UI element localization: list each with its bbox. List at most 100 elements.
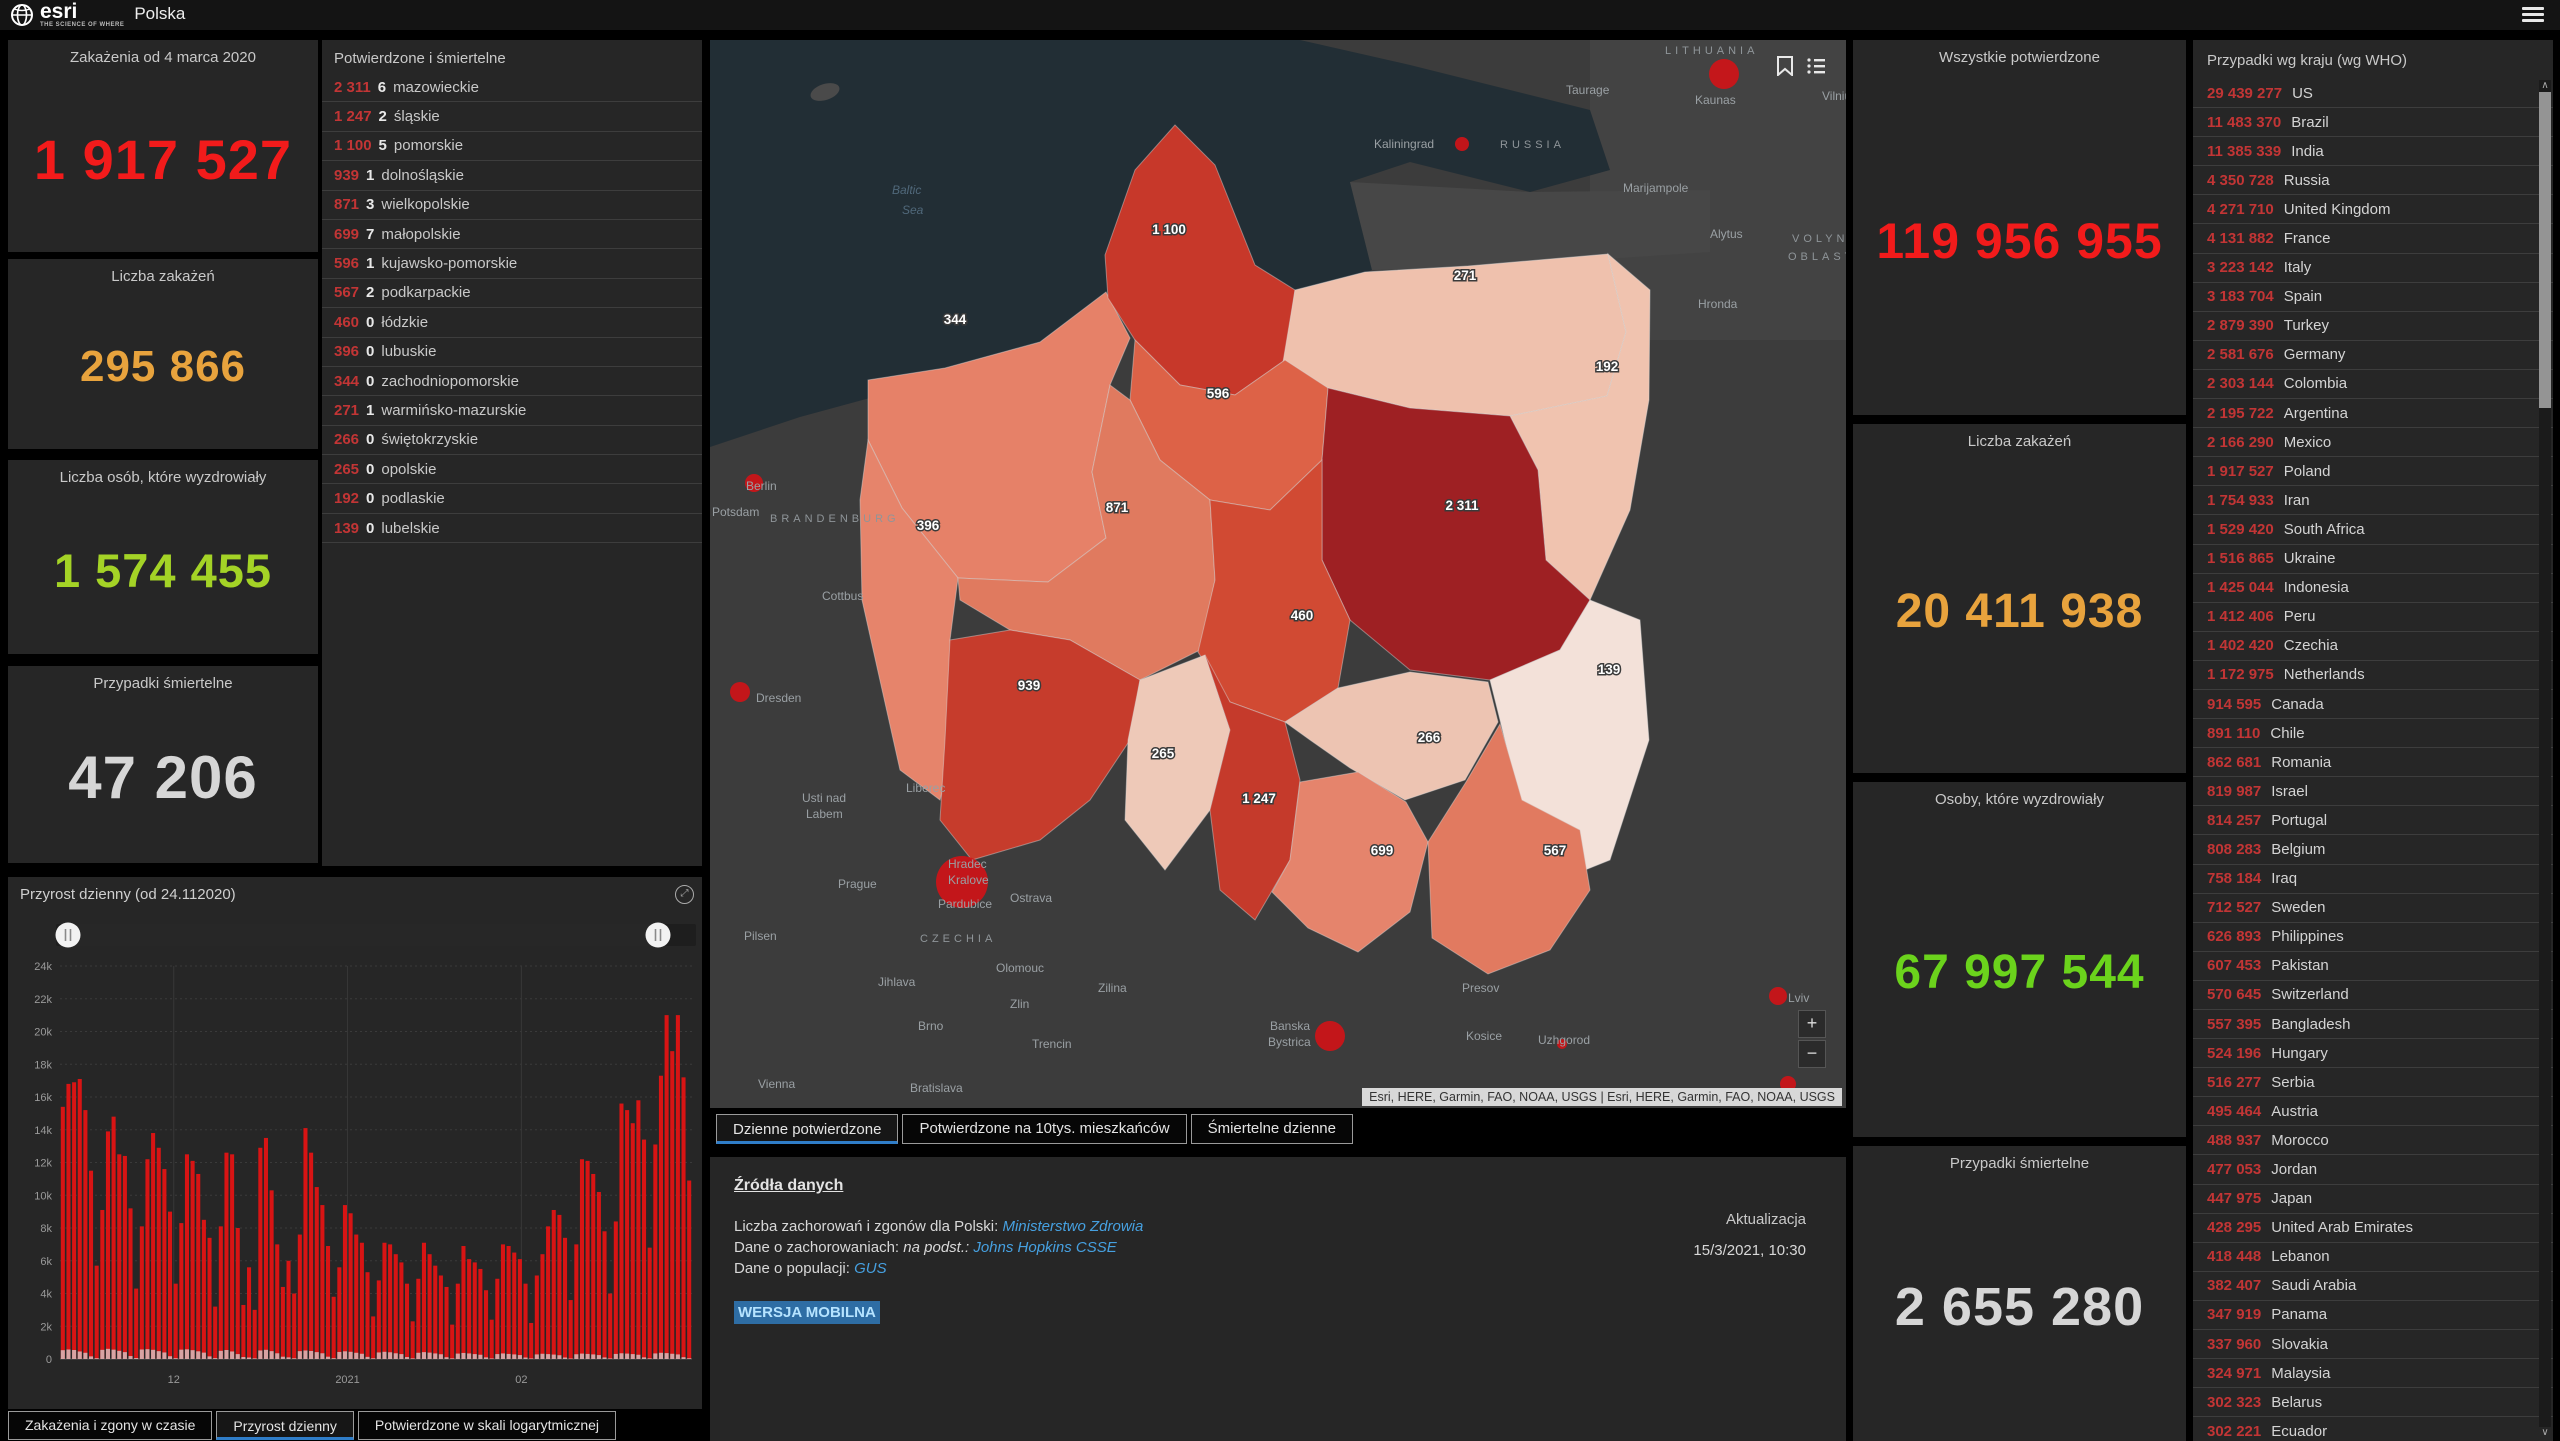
country-row[interactable]: 1 917 527 Poland xyxy=(2193,457,2553,487)
scroll-down-icon[interactable]: ∨ xyxy=(2539,1427,2551,1439)
tab-daily-confirmed[interactable]: Dzienne potwierdzone xyxy=(716,1114,899,1144)
country-row[interactable]: 1 172 975 Netherlands xyxy=(2193,661,2553,690)
map-panel[interactable]: LITHUANIA Taurage Kaunas Vilnius Kaliningrad… xyxy=(710,40,1846,1108)
country-row[interactable]: 712 527 Sweden xyxy=(2193,894,2553,923)
voivodeship-row[interactable]: 460 0 łódzkie xyxy=(322,308,702,338)
voivodeship-row[interactable]: 871 3 wielkopolskie xyxy=(322,191,702,220)
voivodeship-row[interactable]: 1 247 2 śląskie xyxy=(322,102,702,132)
map-city-label: Sea xyxy=(902,203,924,217)
menu-icon[interactable] xyxy=(2522,7,2544,23)
case-bubble[interactable] xyxy=(1769,987,1787,1005)
link-gus[interactable]: GUS xyxy=(854,1260,887,1277)
country-row[interactable]: 570 645 Switzerland xyxy=(2193,981,2553,1010)
case-bubble[interactable] xyxy=(730,682,750,702)
voivodeship-row[interactable]: 939 1 dolnośląskie xyxy=(322,161,702,191)
country-row[interactable]: 302 323 Belarus xyxy=(2193,1388,2553,1418)
country-row[interactable]: 347 919 Panama xyxy=(2193,1301,2553,1331)
scrollbar-thumb[interactable] xyxy=(2539,92,2551,408)
country-row[interactable]: 324 971 Malaysia xyxy=(2193,1359,2553,1389)
update-block: Aktualizacja 15/3/2021, 10:30 xyxy=(1693,1209,1806,1261)
country-row[interactable]: 382 407 Saudi Arabia xyxy=(2193,1272,2553,1301)
link-johns-hopkins[interactable]: Johns Hopkins CSSE xyxy=(973,1239,1116,1256)
brand-tagline: THE SCIENCE OF WHERE xyxy=(40,22,125,28)
panel-deaths: Przypadki śmiertelne 47 206 xyxy=(8,666,318,863)
country-row[interactable]: 428 295 United Arab Emirates xyxy=(2193,1214,2553,1243)
country-row[interactable]: 3 183 704 Spain xyxy=(2193,283,2553,312)
country-row[interactable]: 524 196 Hungary xyxy=(2193,1039,2553,1069)
region-label: 396 xyxy=(917,518,940,533)
country-row[interactable]: 11 483 370 Brazil xyxy=(2193,108,2553,138)
country-row[interactable]: 495 464 Austria xyxy=(2193,1097,2553,1127)
country-row[interactable]: 1 412 406 Peru xyxy=(2193,603,2553,632)
country-row[interactable]: 4 350 728 Russia xyxy=(2193,166,2553,196)
country-row[interactable]: 302 221 Ecuador xyxy=(2193,1417,2553,1441)
country-row[interactable]: 607 453 Pakistan xyxy=(2193,952,2553,981)
country-row[interactable]: 488 937 Morocco xyxy=(2193,1126,2553,1156)
country-row[interactable]: 2 581 676 Germany xyxy=(2193,341,2553,370)
case-bubble[interactable] xyxy=(1315,1021,1345,1051)
country-row[interactable]: 914 595 Canada xyxy=(2193,690,2553,720)
country-row[interactable]: 477 053 Jordan xyxy=(2193,1155,2553,1185)
country-row[interactable]: 814 257 Portugal xyxy=(2193,806,2553,836)
voivodeship-row[interactable]: 192 0 podlaskie xyxy=(322,484,702,514)
legend-list-icon[interactable] xyxy=(1806,56,1826,81)
voivodeship-row[interactable]: 1 100 5 pomorskie xyxy=(322,132,702,162)
country-row[interactable]: 3 223 142 Italy xyxy=(2193,254,2553,283)
case-bubble[interactable] xyxy=(1455,137,1469,151)
voivodeship-row[interactable]: 271 1 warmińsko-mazurskie xyxy=(322,396,702,426)
country-row[interactable]: 11 385 339 India xyxy=(2193,137,2553,167)
country-row[interactable]: 447 975 Japan xyxy=(2193,1185,2553,1214)
country-row[interactable]: 819 987 Israel xyxy=(2193,777,2553,807)
slider-handle-left[interactable] xyxy=(55,922,81,948)
country-row[interactable]: 557 395 Bangladesh xyxy=(2193,1010,2553,1040)
tab-daily-increase[interactable]: Przyrost dzienny xyxy=(216,1411,354,1440)
poland-map[interactable]: LITHUANIA Taurage Kaunas Vilnius Kaliningrad… xyxy=(710,40,1846,1108)
country-row[interactable]: 808 283 Belgium xyxy=(2193,835,2553,865)
country-row[interactable]: 29 439 277 US xyxy=(2193,79,2553,109)
country-row[interactable]: 4 131 882 France xyxy=(2193,224,2553,254)
voivodeship-row[interactable]: 266 0 świętokrzyskie xyxy=(322,426,702,456)
country-row[interactable]: 337 960 Slovakia xyxy=(2193,1330,2553,1360)
country-row[interactable]: 626 893 Philippines xyxy=(2193,923,2553,952)
country-row[interactable]: 1 529 420 South Africa xyxy=(2193,515,2553,545)
svg-text:12: 12 xyxy=(168,1374,180,1386)
tab-log-scale[interactable]: Potwierdzone w skali logarytmicznej xyxy=(357,1411,616,1440)
voivodeship-row[interactable]: 699 7 małopolskie xyxy=(322,220,702,250)
app-header: esri THE SCIENCE OF WHERE Polska xyxy=(0,0,2560,30)
tab-infections-over-time[interactable]: Zakażenia i zgony w czasie xyxy=(8,1411,213,1440)
country-row[interactable]: 4 271 710 United Kingdom xyxy=(2193,195,2553,225)
zoom-in-button[interactable]: + xyxy=(1798,1010,1826,1038)
zoom-out-button[interactable]: − xyxy=(1798,1040,1826,1068)
country-row[interactable]: 2 879 390 Turkey xyxy=(2193,312,2553,341)
country-row[interactable]: 862 681 Romania xyxy=(2193,748,2553,778)
country-row[interactable]: 2 166 290 Mexico xyxy=(2193,428,2553,458)
country-row[interactable]: 1 754 933 Iran xyxy=(2193,486,2553,516)
voivodeship-row[interactable]: 596 1 kujawsko-pomorskie xyxy=(322,249,702,279)
mobile-version-link[interactable]: WERSJA MOBILNA xyxy=(734,1301,880,1324)
voivodeship-row[interactable]: 2 311 6 mazowieckie xyxy=(322,73,702,103)
country-row[interactable]: 758 184 Iraq xyxy=(2193,865,2553,894)
tab-daily-deaths[interactable]: Śmiertelne dzienne xyxy=(1190,1114,1353,1144)
voivodeship-row[interactable]: 344 0 zachodniopomorskie xyxy=(322,367,702,397)
tab-confirmed-per-10k[interactable]: Potwierdzone na 10tys. mieszkańców xyxy=(902,1114,1187,1144)
country-row[interactable]: 2 195 722 Argentina xyxy=(2193,399,2553,429)
voivodeship-row[interactable]: 265 0 opolskie xyxy=(322,455,702,485)
slider-handle-right[interactable] xyxy=(645,922,671,948)
link-ministerstwo-zdrowia[interactable]: Ministerstwo Zdrowia xyxy=(1002,1218,1143,1235)
case-bubble[interactable] xyxy=(1709,59,1739,89)
country-row[interactable]: 2 303 144 Colombia xyxy=(2193,370,2553,400)
region-label: 939 xyxy=(1018,678,1041,693)
expand-icon[interactable]: ⤢ xyxy=(675,885,694,904)
daily-chart[interactable]: 0 2k 4k 6k 8k 10k 12k 14k 16k 18k 20k 22k 24k 12 2021 0… xyxy=(8,904,702,1404)
bookmark-icon[interactable] xyxy=(1776,56,1794,81)
voivodeship-row[interactable]: 396 0 lubuskie xyxy=(322,338,702,367)
country-row[interactable]: 891 110 Chile xyxy=(2193,719,2553,749)
country-row[interactable]: 1 425 044 Indonesia xyxy=(2193,574,2553,603)
scroll-up-icon[interactable]: ∧ xyxy=(2539,80,2551,92)
country-row[interactable]: 1 516 865 Ukraine xyxy=(2193,545,2553,574)
voivodeship-row[interactable]: 567 2 podkarpackie xyxy=(322,279,702,309)
country-row[interactable]: 516 277 Serbia xyxy=(2193,1068,2553,1098)
voivodeship-row[interactable]: 139 0 lubelskie xyxy=(322,514,702,544)
country-row[interactable]: 1 402 420 Czechia xyxy=(2193,632,2553,661)
country-row[interactable]: 418 448 Lebanon xyxy=(2193,1243,2553,1272)
